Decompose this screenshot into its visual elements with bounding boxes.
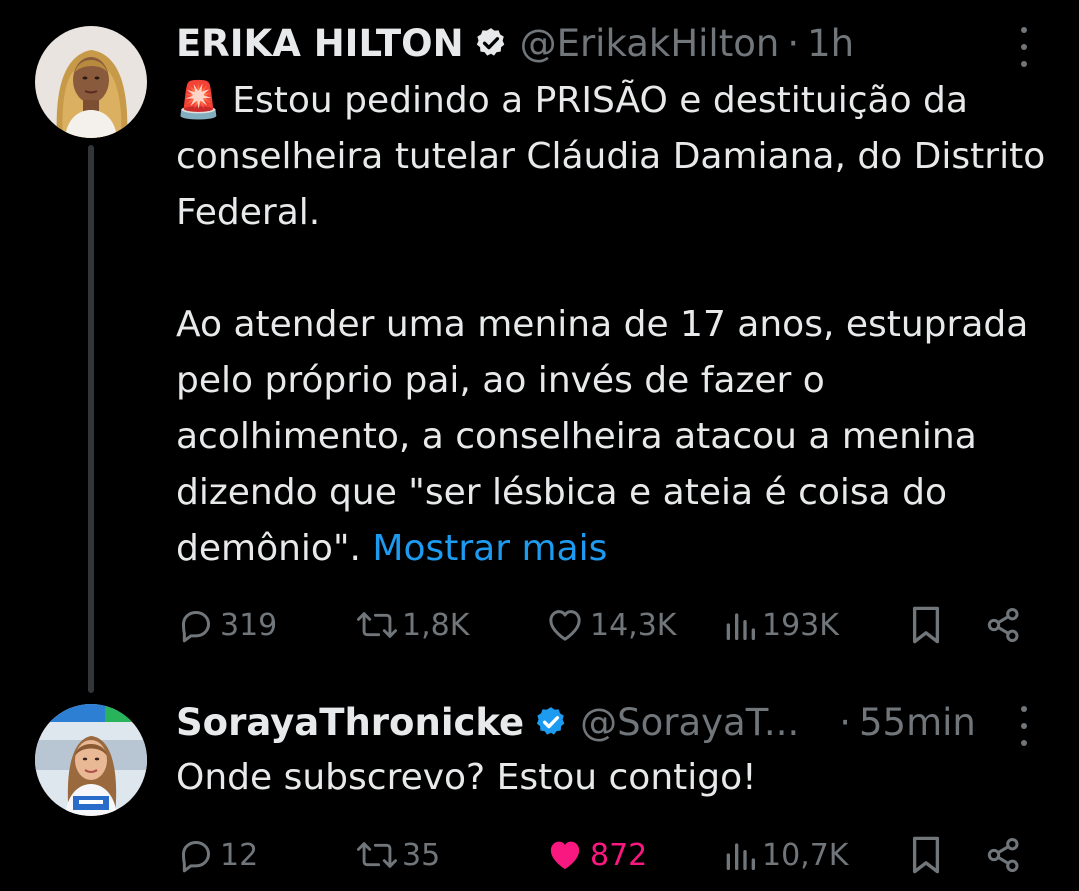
reply-icon: [182, 611, 210, 643]
tweet-erika-hilton[interactable]: ERIKA HILTON @ErikakHilton · 1h 🚨 Estou …: [0, 0, 1079, 690]
views-button[interactable]: 193K: [722, 600, 839, 650]
bookmark-icon: [912, 606, 940, 644]
author-name[interactable]: SorayaThronicke: [176, 701, 524, 744]
bookmark-button[interactable]: [908, 600, 944, 650]
more-options-icon[interactable]: [1017, 706, 1031, 746]
show-more-link[interactable]: Mostrar mais: [372, 528, 607, 569]
tweet-body: Onde subscrevo? Estou contigo!: [176, 750, 1056, 806]
views-button[interactable]: 10,7K: [722, 830, 848, 880]
tweet-soraya-thronicke[interactable]: SorayaThronicke @SorayaT... · 55min Onde…: [0, 690, 1079, 891]
tweet-header: SorayaThronicke @SorayaT... · 55min: [176, 697, 1036, 747]
tweet-body: 🚨 Estou pedindo a PRISÃO e destituição d…: [176, 73, 1056, 577]
views-count: 193K: [762, 607, 839, 643]
tweet-actions: 12 35 872 10,7K: [176, 830, 1036, 880]
avatar-erika-hilton[interactable]: [35, 26, 147, 138]
tweet-paragraph-2: Ao atender uma menina de 17 anos, estupr…: [176, 297, 1056, 577]
tweet-paragraph-1: 🚨 Estou pedindo a PRISÃO e destituição d…: [176, 73, 1056, 241]
siren-emoji-icon: 🚨: [176, 80, 221, 121]
tweet-header: ERIKA HILTON @ErikakHilton · 1h: [176, 18, 854, 68]
post-time[interactable]: 1h: [807, 22, 854, 65]
like-button[interactable]: 872: [544, 830, 647, 880]
repost-count: 1,8K: [402, 607, 470, 643]
share-icon: [987, 838, 1019, 872]
author-handle[interactable]: @SorayaT...: [580, 701, 799, 744]
separator-dot: ·: [839, 700, 851, 744]
repost-count: 35: [402, 837, 441, 873]
bookmark-icon: [912, 836, 940, 874]
repost-button[interactable]: 35: [356, 830, 440, 880]
post-time[interactable]: 55min: [859, 701, 976, 744]
repost-icon: [356, 842, 398, 868]
bookmark-button[interactable]: [908, 830, 944, 880]
views-count: 10,7K: [762, 837, 849, 873]
more-options-icon[interactable]: [1017, 27, 1031, 67]
tweet-text: Onde subscrevo? Estou contigo!: [176, 757, 757, 798]
separator-dot: ·: [787, 21, 800, 65]
share-button[interactable]: [984, 600, 1024, 650]
reply-button[interactable]: 12: [176, 830, 258, 880]
like-count: 872: [590, 837, 648, 873]
verified-badge-icon: [536, 707, 565, 735]
heart-icon: [549, 610, 581, 641]
like-button[interactable]: 14,3K: [544, 600, 676, 650]
reply-button[interactable]: 319: [176, 600, 277, 650]
views-chart-icon: [726, 613, 755, 640]
repost-button[interactable]: 1,8K: [356, 600, 469, 650]
like-count: 14,3K: [590, 607, 677, 643]
share-button[interactable]: [984, 830, 1024, 880]
verified-badge-icon: [476, 28, 504, 56]
tweet-paragraph-1-text: Estou pedindo a PRISÃO e destituição da …: [176, 80, 1046, 233]
reply-icon: [182, 841, 210, 873]
author-name[interactable]: ERIKA HILTON: [176, 22, 464, 65]
tweet-actions: 319 1,8K 14,3K 193K: [176, 600, 1036, 650]
author-handle[interactable]: @ErikakHilton: [520, 22, 780, 65]
share-icon: [987, 608, 1019, 642]
views-chart-icon: [726, 843, 755, 870]
repost-icon: [356, 612, 398, 638]
reply-count: 12: [220, 837, 259, 873]
avatar-soraya-thronicke[interactable]: [35, 704, 147, 816]
heart-filled-icon: [550, 841, 580, 870]
reply-count: 319: [220, 607, 278, 643]
